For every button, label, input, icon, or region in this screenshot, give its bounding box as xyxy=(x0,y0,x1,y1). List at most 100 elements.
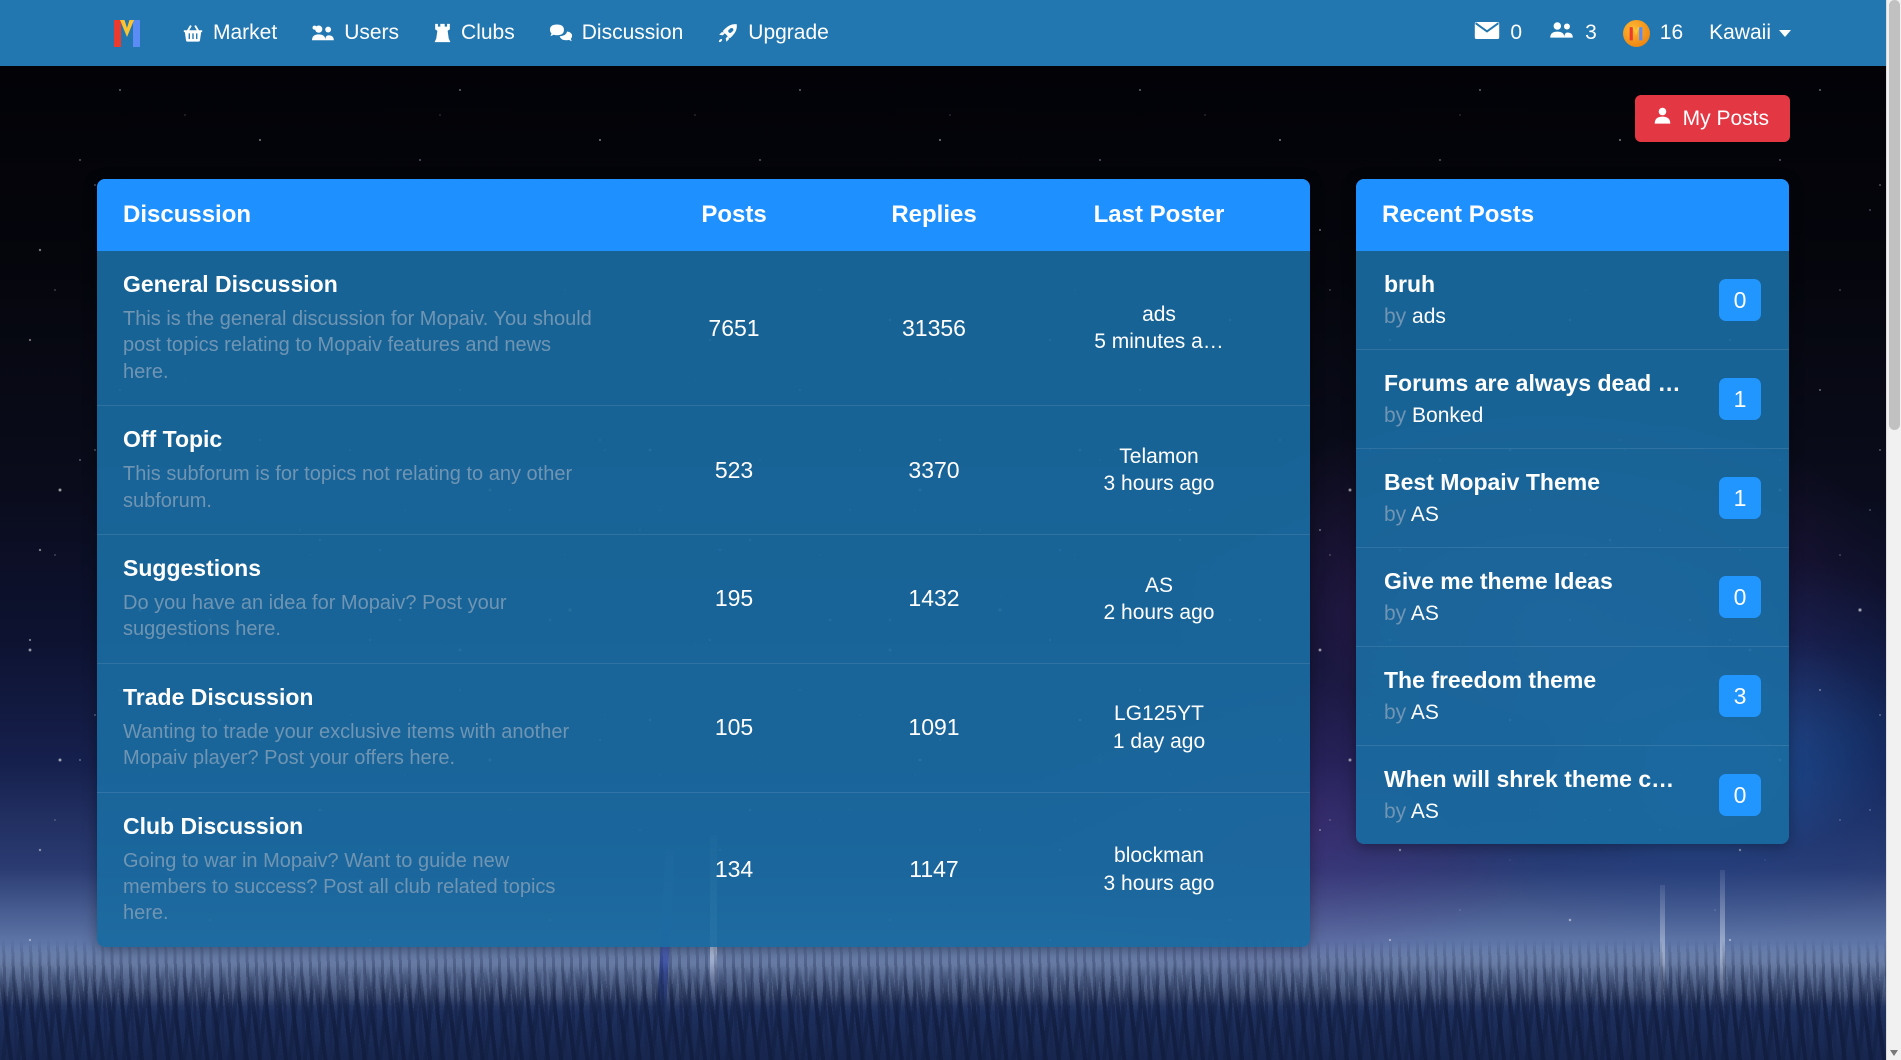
recent-post-reply-count: 0 xyxy=(1719,279,1761,321)
panels-container: Discussion Posts Replies Last Poster Gen… xyxy=(97,179,1789,947)
recent-post-reply-count: 1 xyxy=(1719,378,1761,420)
discussion-last-poster-cell: blockman 3 hours ago xyxy=(1034,842,1284,897)
recent-post-title[interactable]: Forums are always dead … xyxy=(1384,370,1705,397)
discussion-title[interactable]: General Discussion xyxy=(123,271,594,298)
page-scrollbar[interactable] xyxy=(1886,0,1901,1060)
recent-post-byline: by ads xyxy=(1384,305,1705,329)
discussion-info-cell: Suggestions Do you have an idea for Mopai… xyxy=(123,555,634,643)
recent-post-row[interactable]: bruh by ads 0 xyxy=(1356,251,1789,349)
friends-count: 3 xyxy=(1585,21,1597,44)
username-label: Kawaii xyxy=(1709,21,1771,44)
discussion-description: Going to war in Mopaiv? Want to guide ne… xyxy=(123,849,556,925)
recent-post-author[interactable]: Bonked xyxy=(1412,404,1483,427)
recent-post-byline: by AS xyxy=(1384,602,1705,626)
recent-post-author[interactable]: AS xyxy=(1411,800,1439,823)
nav-item-clubs[interactable]: Clubs xyxy=(433,21,515,45)
recent-post-author[interactable]: AS xyxy=(1411,701,1439,724)
nav-item-users[interactable]: Users xyxy=(311,21,399,45)
recent-posts-title: Recent Posts xyxy=(1356,179,1789,251)
user-icon xyxy=(1653,106,1672,131)
recent-post-info: bruh by ads xyxy=(1384,271,1705,329)
my-posts-wrap: My Posts xyxy=(1634,95,1790,142)
discussion-description: This subforum is for topics not relating… xyxy=(123,463,573,512)
friends-stat[interactable]: 3 xyxy=(1548,20,1597,46)
discussion-title[interactable]: Off Topic xyxy=(123,426,594,453)
recent-post-row[interactable]: The freedom theme by AS 3 xyxy=(1356,646,1789,745)
page-content: My Posts Discussion Posts Replies Last P… xyxy=(0,66,1886,1060)
nav-item-market[interactable]: Market xyxy=(182,21,277,45)
discussion-replies-count: 31356 xyxy=(902,314,966,341)
discussion-posts-count: 523 xyxy=(714,456,754,483)
last-poster-time: 3 hours ago xyxy=(1103,871,1215,895)
top-navbar: Market Users Clubs Discussion Upgrade 0 … xyxy=(0,0,1901,66)
recent-post-title[interactable]: Best Mopaiv Theme xyxy=(1384,469,1705,496)
nav-label-market: Market xyxy=(213,21,278,44)
recent-post-row[interactable]: Best Mopaiv Theme by AS 1 xyxy=(1356,448,1789,547)
recent-post-row[interactable]: Give me theme Ideas by AS 0 xyxy=(1356,547,1789,646)
recent-post-row[interactable]: Forums are always dead … by Bonked 1 xyxy=(1356,349,1789,448)
coins-stat[interactable]: 16 xyxy=(1622,19,1683,47)
column-header-posts: Posts xyxy=(701,201,767,228)
recent-post-author[interactable]: ads xyxy=(1412,305,1446,328)
recent-post-title[interactable]: When will shrek theme c… xyxy=(1384,766,1705,793)
last-poster-time: 2 hours ago xyxy=(1103,600,1215,624)
scroll-down-icon[interactable] xyxy=(1890,1050,1898,1056)
nav-label-users: Users xyxy=(344,21,400,44)
discussion-row[interactable]: Suggestions Do you have an idea for Mopai… xyxy=(97,533,1310,663)
discussion-row[interactable]: General Discussion This is the general di… xyxy=(97,251,1310,405)
user-navigation: 0 3 16 Kawaii xyxy=(1474,19,1791,47)
last-poster-time: 3 hours ago xyxy=(1103,472,1215,496)
recent-post-reply-count: 3 xyxy=(1719,675,1761,717)
discussion-posts-count: 7651 xyxy=(708,314,760,341)
discussion-title[interactable]: Club Discussion xyxy=(123,813,594,840)
last-poster-name[interactable]: LG125YT xyxy=(1034,700,1284,727)
users-icon xyxy=(311,22,335,44)
messages-stat[interactable]: 0 xyxy=(1474,21,1522,46)
discussion-description: Do you have an idea for Mopaiv? Post you… xyxy=(123,591,507,641)
discussion-row[interactable]: Trade Discussion Wanting to trade your ex… xyxy=(97,662,1310,792)
mopaiv-m-logo-icon xyxy=(114,20,140,47)
my-posts-label: My Posts xyxy=(1682,106,1769,130)
recent-post-info: The freedom theme by AS xyxy=(1384,667,1705,725)
recent-post-row[interactable]: When will shrek theme c… by AS 0 xyxy=(1356,745,1789,844)
recent-post-title[interactable]: Give me theme Ideas xyxy=(1384,568,1705,595)
discussion-replies-count: 1147 xyxy=(909,856,959,883)
nav-label-upgrade: Upgrade xyxy=(748,21,829,44)
discussion-info-cell: Trade Discussion Wanting to trade your ex… xyxy=(123,684,634,772)
by-label: by xyxy=(1384,503,1407,526)
my-posts-button[interactable]: My Posts xyxy=(1634,95,1790,142)
recent-post-byline: by Bonked xyxy=(1384,404,1705,428)
discussion-replies-count: 1091 xyxy=(908,714,960,741)
user-menu[interactable]: Kawaii xyxy=(1709,21,1791,45)
last-poster-name[interactable]: Telamon xyxy=(1034,443,1284,470)
column-header-replies: Replies xyxy=(891,201,977,228)
discussion-description: Wanting to trade your exclusive items wi… xyxy=(123,720,570,770)
scrollbar-thumb[interactable] xyxy=(1889,0,1900,430)
recent-posts-rows: bruh by ads 0 Forums are always dead … by Bo… xyxy=(1356,251,1789,844)
last-poster-name[interactable]: ads xyxy=(1034,301,1284,328)
discussion-replies-count: 3370 xyxy=(908,456,960,483)
discussion-title[interactable]: Trade Discussion xyxy=(123,684,594,711)
discussion-row[interactable]: Club Discussion Going to war in Mopaiv? W… xyxy=(97,791,1310,947)
discussion-description: This is the general discussion for Mopai… xyxy=(123,308,592,383)
coin-icon xyxy=(1622,19,1650,47)
discussion-title[interactable]: Suggestions xyxy=(123,555,594,582)
chevron-down-icon xyxy=(1779,29,1791,37)
nav-label-clubs: Clubs xyxy=(461,21,515,44)
last-poster-name[interactable]: blockman xyxy=(1034,842,1284,869)
discussion-rows: General Discussion This is the general di… xyxy=(97,251,1310,947)
discussion-row[interactable]: Off Topic This subforum is for topics not… xyxy=(97,405,1310,534)
discussion-info-cell: Off Topic This subforum is for topics not… xyxy=(123,426,634,514)
nav-item-discussion[interactable]: Discussion xyxy=(549,21,683,45)
recent-post-title[interactable]: bruh xyxy=(1384,271,1705,298)
recent-post-title[interactable]: The freedom theme xyxy=(1384,667,1705,694)
discussion-last-poster-cell: Telamon 3 hours ago xyxy=(1034,443,1284,498)
recent-post-author[interactable]: AS xyxy=(1411,503,1439,526)
recent-post-author[interactable]: AS xyxy=(1411,602,1439,625)
site-logo[interactable] xyxy=(110,15,144,51)
discussion-replies-count: 1432 xyxy=(908,585,960,612)
nav-item-upgrade[interactable]: Upgrade xyxy=(717,21,829,45)
discussion-posts-count: 105 xyxy=(714,714,754,741)
last-poster-name[interactable]: AS xyxy=(1034,572,1284,599)
recent-post-byline: by AS xyxy=(1384,800,1705,824)
